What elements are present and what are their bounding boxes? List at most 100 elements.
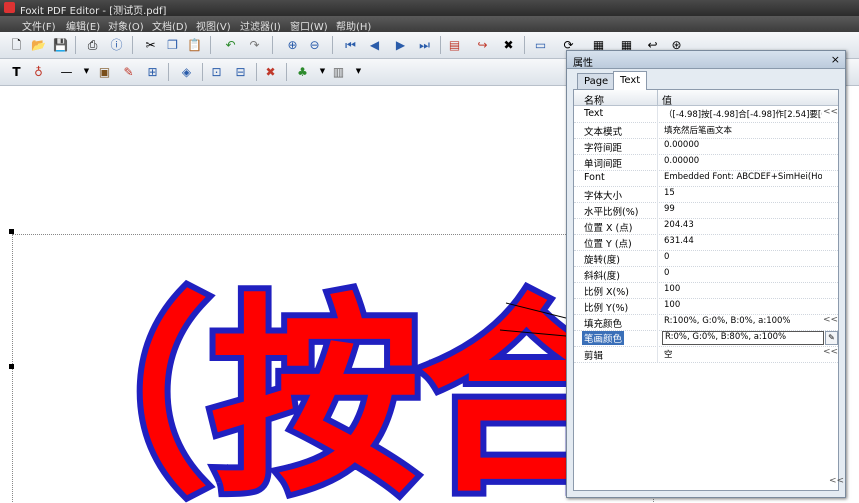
property-value: 填充然后笔画文本 [664, 126, 733, 136]
property-row[interactable]: 填充颜色 R:100%, G:0%, B:0%, a:100% << [574, 314, 838, 331]
color-dropdown-icon[interactable]: ▼ [314, 63, 331, 80]
zoom-out-icon[interactable]: ⊖ [306, 36, 323, 53]
menu-help[interactable]: 帮助(H) [336, 18, 371, 33]
property-row[interactable]: 剪辑 空 << [574, 346, 838, 363]
prev-page-icon[interactable]: ◀ [366, 36, 383, 53]
paste-icon[interactable]: 📋 [186, 36, 203, 53]
property-name: Font [584, 172, 605, 183]
close-icon[interactable]: × [831, 53, 840, 66]
property-name: 斜斜(度) [584, 271, 620, 282]
properties-panel: 属性 × Page Text 名称 值 Text （[-4.98]按[-4.98]… [566, 50, 846, 498]
view-icon[interactable]: ▭ [532, 36, 549, 53]
clip-icon[interactable]: ◈ [178, 63, 195, 80]
panel-title-bar: 属性 × [567, 51, 845, 69]
property-row[interactable]: 旋转(度) 0 [574, 250, 838, 267]
ungroup-icon[interactable]: ⊟ [232, 63, 249, 80]
menu-file[interactable]: 文件(F) [22, 18, 56, 33]
cut-icon[interactable]: ✂ [142, 36, 159, 53]
group-icon[interactable]: ⊡ [208, 63, 225, 80]
property-row[interactable]: 字体大小 15 [574, 186, 838, 203]
expand-icon[interactable]: << [823, 347, 838, 357]
layout-dropdown-icon[interactable]: ▼ [350, 63, 367, 80]
property-row[interactable]: 斜斜(度) 0 [574, 266, 838, 283]
header-name: 名称 [584, 96, 604, 107]
property-name: 笔画颜色 [582, 331, 625, 345]
menu-filter[interactable]: 过滤器(I) [240, 18, 281, 33]
property-row[interactable]: 位置 Y (点) 631.44 [574, 234, 838, 251]
property-name: 文本模式 [584, 127, 623, 138]
add-text-icon[interactable]: T [8, 63, 25, 80]
menu-edit[interactable]: 编辑(E) [66, 18, 100, 33]
undo-icon[interactable]: ↶ [222, 36, 239, 53]
align-icon[interactable]: ⊞ [144, 63, 161, 80]
expand-icon[interactable]: << [823, 315, 838, 325]
grid-header: 名称 值 [574, 90, 838, 107]
delete-object-icon[interactable]: ✖ [262, 63, 279, 80]
redo-icon[interactable]: ↷ [246, 36, 263, 53]
property-row[interactable]: 比例 X(%) 100 [574, 282, 838, 299]
edit-color-button[interactable]: ✎ [825, 331, 838, 345]
property-row[interactable]: Text （[-4.98]按[-4.98]合[-4.98]作[2.54]要[0-4… [574, 106, 838, 123]
open-folder-icon[interactable]: 📂 [30, 36, 47, 53]
info-icon[interactable]: ⓘ [108, 36, 125, 53]
collapse-icon[interactable]: << [829, 476, 844, 486]
text-object[interactable]: （按合 [0, 86, 566, 503]
menu-object[interactable]: 对象(O) [108, 18, 144, 33]
property-grid: 名称 值 Text （[-4.98]按[-4.98]合[-4.98]作[2.54]… [573, 89, 844, 491]
edit-object-icon[interactable]: ✎ [120, 63, 137, 80]
header-value: 值 [662, 96, 672, 107]
add-shape-icon[interactable]: ♁ [30, 63, 47, 80]
next-page-icon[interactable]: ▶ [392, 36, 409, 53]
property-name: 比例 Y(%) [584, 303, 629, 314]
new-doc-icon[interactable]: 🗋 [8, 36, 25, 53]
page-icon[interactable]: ▤ [446, 36, 463, 53]
property-name: 比例 X(%) [584, 287, 629, 298]
property-name: 填充颜色 [584, 319, 623, 330]
property-row[interactable]: 位置 X (点) 204.43 [574, 218, 838, 235]
property-value: 100 [664, 300, 681, 310]
property-value: 0.00000 [664, 156, 700, 166]
property-value: 204.43 [664, 220, 694, 230]
property-row[interactable]: 水平比例(%) 99 [574, 202, 838, 219]
first-page-icon[interactable]: ⏮ [342, 36, 359, 53]
color-icon[interactable]: ♣ [294, 63, 311, 80]
property-value: 0 [664, 268, 670, 278]
menu-window[interactable]: 窗口(W) [290, 18, 328, 33]
property-row[interactable]: 字符间距 0.00000 [574, 138, 838, 155]
property-value: R:100%, G:0%, B:0%, a:100% [664, 316, 791, 326]
property-value[interactable]: R:0%, G:0%, B:80%, a:100% [662, 331, 824, 345]
property-value: 0.00000 [664, 140, 700, 150]
print-icon[interactable]: ⎙ [84, 36, 101, 53]
property-value: 空 [664, 350, 673, 360]
layout-icon[interactable]: ▥ [330, 63, 347, 80]
window-title: Foxit PDF Editor - [测试页.pdf] [20, 6, 167, 17]
property-row[interactable]: 比例 Y(%) 100 [574, 298, 838, 315]
property-row[interactable]: 笔画颜色 R:0%, G:0%, B:80%, a:100% ✎ [574, 330, 838, 347]
app-icon [4, 2, 15, 13]
property-name: 字体大小 [584, 191, 623, 202]
title-bar: Foxit PDF Editor - [测试页.pdf] [0, 0, 859, 17]
delete-page-icon[interactable]: ✖ [500, 36, 517, 53]
save-icon[interactable]: 💾 [52, 36, 69, 53]
property-row[interactable]: Font Embedded Font: ABCDEF+SimHei(Horizo [574, 170, 838, 187]
property-name: Text [584, 108, 604, 119]
zoom-in-icon[interactable]: ⊕ [284, 36, 301, 53]
property-row[interactable]: 文本模式 填充然后笔画文本 [574, 122, 838, 139]
property-value: 99 [664, 204, 675, 214]
line-icon[interactable]: — [58, 63, 75, 80]
property-value: Embedded Font: ABCDEF+SimHei(Horizo [664, 172, 822, 182]
image-icon[interactable]: ▣ [96, 63, 113, 80]
tab-text[interactable]: Text [613, 71, 648, 90]
menu-view[interactable]: 视图(V) [196, 18, 231, 33]
property-name: 字符间距 [584, 143, 623, 154]
copy-icon[interactable]: ❐ [164, 36, 181, 53]
dropdown-icon[interactable]: ▼ [78, 63, 95, 80]
tab-page[interactable]: Page [577, 73, 616, 89]
expand-icon[interactable]: << [823, 107, 838, 117]
menu-bar: 文件(F) 编辑(E) 对象(O) 文档(D) 视图(V) 过滤器(I) 窗口(… [0, 16, 859, 33]
insert-page-icon[interactable]: ↪ [474, 36, 491, 53]
document-text: （按合 [0, 276, 566, 503]
last-page-icon[interactable]: ⏭ [416, 36, 433, 53]
property-row[interactable]: 单词间距 0.00000 [574, 154, 838, 171]
menu-document[interactable]: 文档(D) [152, 18, 188, 33]
